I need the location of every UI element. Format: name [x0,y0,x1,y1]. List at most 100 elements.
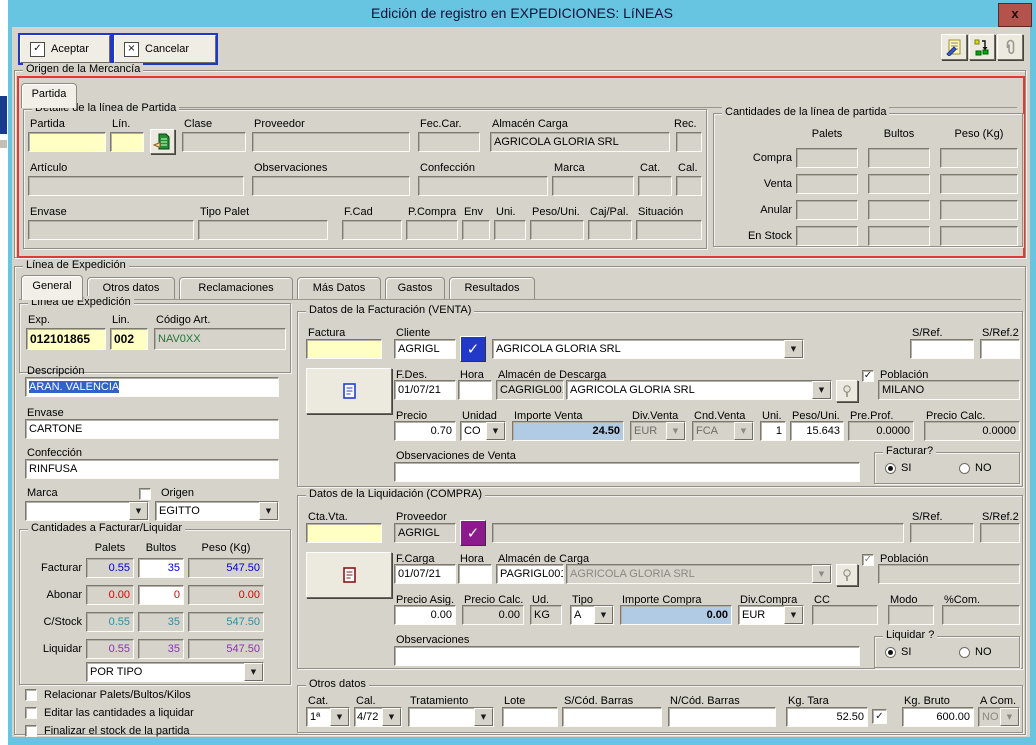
kg-bruto-input[interactable]: 600.00 [902,707,974,727]
liquidar-palets-field: 0.55 [86,639,134,659]
cross-icon: × [124,42,139,57]
poblacion-checkbox[interactable] [862,370,874,382]
chevron-down-icon[interactable]: ▼ [244,663,263,681]
attachment-button[interactable] [997,34,1023,60]
origen-select[interactable]: EGITTO ▼ [155,501,279,521]
enstock-palets-field [796,226,858,246]
venta-bultos-field [868,174,930,194]
chevron-down-icon[interactable]: ▼ [259,502,278,520]
unidad-select[interactable]: CO ▼ [460,421,506,441]
almacen-descarga-select[interactable]: AGRICOLA GLORIA SRL ▼ [566,380,832,400]
chevron-down-icon[interactable]: ▼ [330,708,349,726]
option-relacionar[interactable]: Relacionar Palets/Bultos/Kilos [25,689,191,701]
close-button[interactable]: x [998,3,1032,27]
liquidar-si-radio[interactable] [885,647,896,658]
hora-input[interactable] [458,564,492,584]
tab-mas-datos[interactable]: Más Datos [297,277,381,300]
chevron-down-icon[interactable]: ▼ [129,502,148,520]
chevron-down-icon[interactable]: ▼ [594,606,613,624]
observaciones-input[interactable] [394,646,860,666]
map-pin-button[interactable] [836,380,858,402]
descripcion-label: Descripción [27,365,84,377]
scod-barras-input[interactable] [562,707,662,727]
checkbox-icon[interactable] [25,707,37,719]
map-pin-button[interactable] [836,564,858,586]
chevron-down-icon[interactable]: ▼ [486,422,505,440]
validate-cliente-button[interactable]: ✓ [460,336,486,362]
cat-select[interactable]: 1ª ▼ [306,707,350,727]
lin-field[interactable]: 002 [110,328,148,350]
precio-input[interactable]: 0.70 [394,421,456,441]
cliente-name-select[interactable]: AGRICOLA GLORIA SRL ▼ [492,339,804,359]
option-finalizar-stock[interactable]: Finalizar el stock de la partida [25,725,190,737]
sref2-input[interactable] [980,339,1020,359]
lin-label: Lin. [112,314,130,326]
facturar-si-radio[interactable] [885,463,896,474]
confeccion-input[interactable]: RINFUSA [25,459,279,479]
compra-detail-button[interactable] [306,552,392,598]
tab-gastos[interactable]: Gastos [385,277,445,300]
kg-tara-checkbox[interactable] [872,709,887,724]
ncod-barras-input[interactable] [668,707,776,727]
chevron-down-icon[interactable]: ▼ [784,606,803,624]
checkbox-icon[interactable] [25,725,37,737]
cal-select[interactable]: 4/72 ▼ [354,707,402,727]
accept-button[interactable]: ✓ Aceptar [18,33,112,65]
cliente-code-input[interactable]: AGRIGL [394,339,456,359]
exp-field[interactable]: 012101865 [26,328,106,350]
marca-checkbox[interactable] [139,488,151,500]
lote-input[interactable] [502,707,558,727]
import-record-button[interactable] [969,34,995,60]
liquidar-no-radio[interactable] [959,647,970,658]
fdes-input[interactable]: 01/07/21 [394,380,456,400]
select-partida-button[interactable] [150,129,175,154]
tab-general[interactable]: General [21,275,83,300]
chevron-down-icon[interactable]: ▼ [812,381,831,399]
validate-proveedor-button[interactable]: ✓ [460,520,486,546]
precio-asig-input[interactable]: 0.00 [394,605,456,625]
cta-vta-input[interactable] [306,523,382,543]
tab-resultados[interactable]: Resultados [449,277,535,300]
pcompra-field [406,220,458,240]
lin-input[interactable] [110,132,144,152]
screen: Edición de registro en EXPEDICIONES: LíN… [0,0,1036,745]
almacen-descarga-code: CAGRIGL001 [496,380,564,400]
chevron-down-icon[interactable]: ▼ [784,340,803,358]
kg-tara-input[interactable]: 52.50 [786,707,868,727]
almacen-carga-code[interactable]: PAGRIGL001 [496,564,564,584]
env-field [462,220,490,240]
venta-detail-button[interactable] [306,368,392,414]
abonar-bultos-input[interactable]: 0 [138,585,184,605]
chevron-down-icon[interactable]: ▼ [474,708,493,726]
chevron-down-icon[interactable]: ▼ [382,708,401,726]
facturar-no-radio[interactable] [959,463,970,474]
tab-reclamaciones[interactable]: Reclamaciones [179,277,293,300]
hora-input[interactable] [458,380,492,400]
almacen-carga-field: AGRICOLA GLORIA SRL [490,132,670,152]
factura-input[interactable] [306,339,382,359]
uni-field [494,220,526,240]
facturar-bultos-input[interactable]: 35 [138,558,184,578]
sref-label: S/Ref. [912,327,943,339]
liquidar-mode-select[interactable]: POR TIPO ▼ [86,662,264,682]
cancel-button[interactable]: × Cancelar [112,33,218,65]
partida-input[interactable] [28,132,106,152]
peso-uni-input[interactable]: 15.643 [790,421,844,441]
descripcion-input[interactable]: ARAN. VALENCIA [25,377,279,397]
uni-label: Uni. [496,206,516,218]
observaciones-label: Observaciones [396,634,469,646]
envase-input[interactable]: CARTONE [25,419,279,439]
observaciones-venta-input[interactable] [394,462,860,482]
tipo-select[interactable]: A ▼ [570,605,614,625]
div-compra-select[interactable]: EUR ▼ [738,605,804,625]
tab-partida[interactable]: Partida [21,83,77,108]
checkbox-icon[interactable] [25,689,37,701]
partida-quantities-group: Cantidades de la línea de partida Palets… [713,113,1023,247]
marca-select[interactable]: ▼ [25,501,149,521]
fcarga-input[interactable]: 01/07/21 [394,564,456,584]
notes-button[interactable] [941,34,967,60]
sref-input[interactable] [910,339,974,359]
tratamiento-select[interactable]: ▼ [408,707,494,727]
uni-input[interactable]: 1 [760,421,786,441]
option-editar-cantidades[interactable]: Editar las cantidades a liquidar [25,707,194,719]
